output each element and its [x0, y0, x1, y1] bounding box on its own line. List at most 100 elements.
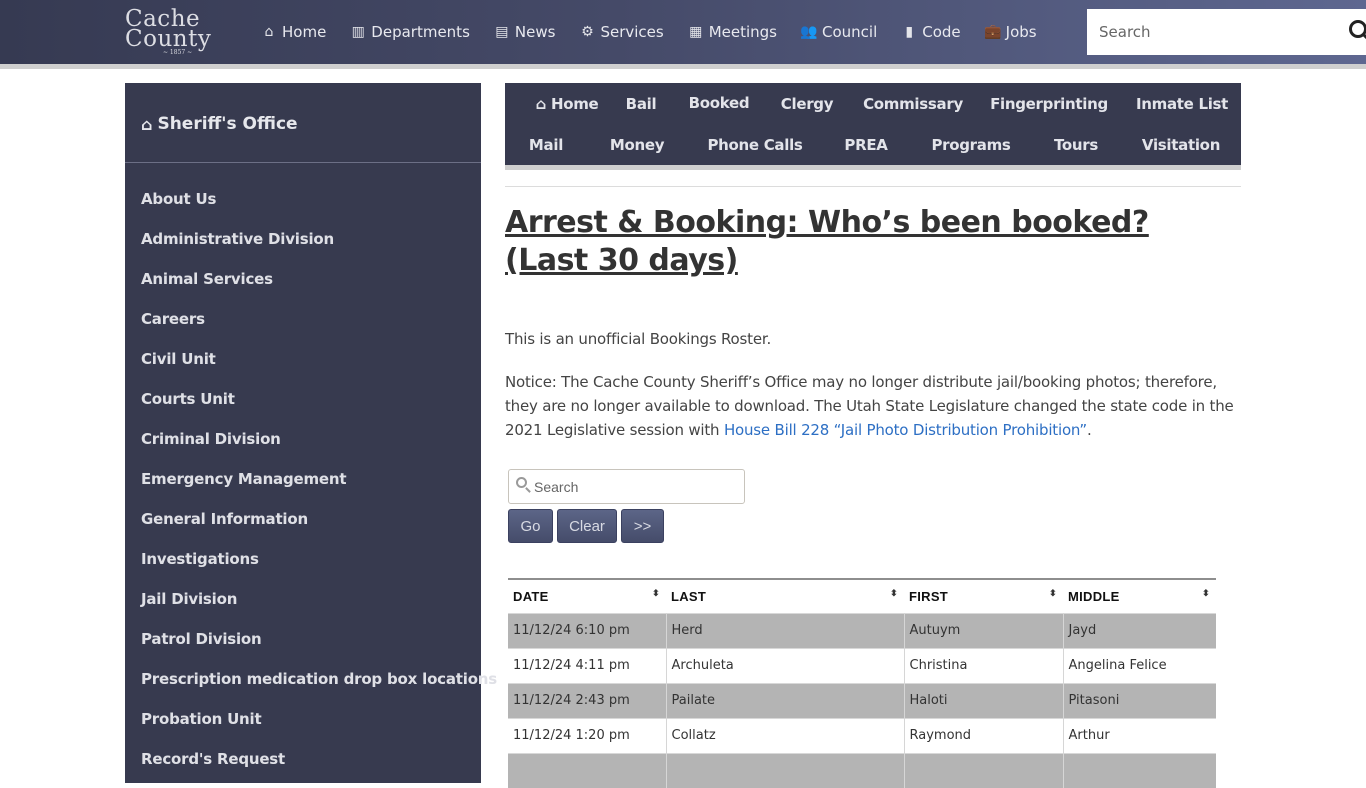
search-icon[interactable]	[1349, 20, 1366, 38]
column-header-date[interactable]: DATE ⬍	[508, 579, 666, 613]
cell-middle: Pitasoni	[1062, 683, 1216, 718]
column-header-middle[interactable]: MIDDLE ⬍	[1063, 579, 1216, 613]
column-label: MIDDLE	[1068, 588, 1120, 604]
subnav-mail[interactable]: Mail	[529, 136, 563, 154]
cell-first: Haloti	[903, 683, 1063, 718]
topnav-label: Departments	[371, 23, 470, 41]
page-title[interactable]: Arrest & Booking: Who’s been booked? (La…	[505, 204, 1225, 280]
column-header-first[interactable]: FIRST ⬍	[904, 579, 1063, 613]
roster-search-input[interactable]	[534, 470, 744, 503]
cell-last: Pailate	[665, 683, 904, 718]
topnav-label: Jobs	[1005, 23, 1037, 41]
subnav-tours[interactable]: Tours	[1054, 136, 1098, 154]
subnav-booked[interactable]: Booked	[689, 94, 750, 112]
table-row[interactable]: 11/12/24 1:20 pm Collatz Raymond Arthur	[508, 718, 1216, 753]
cell-last: Collatz	[665, 718, 904, 753]
sidebar-divider	[125, 162, 481, 163]
roster-search	[508, 469, 745, 504]
sidebar-item[interactable]: Administrative Division	[141, 227, 497, 267]
intro-text: This is an unofficial Bookings Roster.	[505, 330, 772, 348]
column-label: DATE	[513, 588, 549, 604]
sidebar-item[interactable]: Civil Unit	[141, 347, 497, 387]
subnav-visitation[interactable]: Visitation	[1142, 136, 1220, 154]
subnav-bail[interactable]: Bail	[626, 95, 657, 113]
sidebar-title[interactable]: ⌂ Sheriff's Office	[141, 114, 298, 134]
cell-first: Christina	[903, 648, 1063, 683]
topnav-services[interactable]: ⚙ Services	[578, 23, 664, 41]
topnav-departments[interactable]: ▥ Departments	[349, 23, 470, 41]
sidebar-item[interactable]: Patrol Division	[141, 627, 497, 667]
notice-text: Notice: The Cache County Sheriff’s Offic…	[505, 370, 1235, 442]
column-header-last[interactable]: LAST ⬍	[666, 579, 904, 613]
subnav-commissary[interactable]: Commissary	[863, 95, 963, 113]
cell-date: 11/12/24 6:10 pm	[508, 613, 666, 648]
sort-icon: ⬍	[1049, 588, 1057, 598]
sidebar-item[interactable]: Criminal Division	[141, 427, 497, 467]
sidebar-item[interactable]: Probation Unit	[141, 707, 497, 747]
topnav-home[interactable]: ⌂ Home	[260, 23, 327, 41]
table-row[interactable]: 11/12/24 4:11 pm Archuleta Christina Ang…	[508, 648, 1216, 683]
bookings-table: DATE ⬍ LAST ⬍ FIRST ⬍ MIDDLE ⬍ 11/12/24 6:10…	[508, 578, 1216, 788]
topnav-label: Home	[282, 23, 327, 41]
newspaper-icon: ▤	[495, 24, 509, 40]
sidebar-item[interactable]: Animal Services	[141, 267, 497, 307]
cell-first	[903, 753, 1063, 788]
table-row[interactable]: 11/12/24 2:43 pm Pailate Haloti Pitasoni	[508, 683, 1216, 718]
cell-middle: Arthur	[1062, 718, 1216, 753]
subnav-inmate-list[interactable]: Inmate List	[1136, 95, 1228, 113]
sidebar-title-label: Sheriff's Office	[157, 114, 298, 134]
users-icon: 👥	[800, 24, 818, 40]
sidebar-item[interactable]: Prescription medication drop box locatio…	[141, 667, 497, 707]
subnav-home[interactable]: ⌂ Home	[536, 95, 599, 113]
go-button[interactable]: Go	[508, 509, 553, 543]
sort-icon: ⬍	[652, 588, 660, 598]
sidebar: ⌂ Sheriff's Office About Us Administrati…	[125, 83, 497, 783]
sidebar-item[interactable]: Record's Request	[141, 747, 497, 787]
gear-icon: ⚙	[581, 24, 594, 40]
topnav-label: Meetings	[708, 23, 777, 41]
table-row[interactable]: 11/12/24 6:10 pm Herd Autuym Jayd	[508, 613, 1216, 648]
column-label: FIRST	[909, 588, 949, 604]
cell-first: Autuym	[903, 613, 1063, 648]
topnav-code[interactable]: ▮ Code	[900, 23, 960, 41]
site-search	[1087, 9, 1366, 55]
site-logo[interactable]: Cache County ~ 1857 ~	[123, 6, 227, 58]
cell-date: 11/12/24 4:11 pm	[508, 648, 666, 683]
topnav-meetings[interactable]: ▦ Meetings	[687, 23, 777, 41]
subnav-programs[interactable]: Programs	[931, 136, 1010, 154]
briefcase-icon: 💼	[983, 24, 1002, 40]
sidebar-item[interactable]: Jail Division	[141, 587, 497, 627]
sidebar-item[interactable]: General Information	[141, 507, 497, 547]
topnav-jobs[interactable]: 💼 Jobs	[984, 23, 1037, 41]
home-icon: ⌂	[535, 95, 547, 113]
sidebar-item[interactable]: Courts Unit	[141, 387, 497, 427]
topnav-council[interactable]: 👥 Council	[800, 23, 877, 41]
subnav-prea[interactable]: PREA	[844, 136, 888, 154]
cell-middle: Angelina Felice	[1062, 648, 1216, 683]
cell-date: 11/12/24 1:20 pm	[508, 718, 666, 753]
table-row[interactable]	[508, 753, 1216, 788]
content-divider	[505, 186, 1241, 187]
sidebar-item[interactable]: Emergency Management	[141, 467, 497, 507]
clear-button[interactable]: Clear	[557, 509, 617, 543]
house-bill-link[interactable]: House Bill 228 “Jail Photo Distribution …	[724, 421, 1087, 439]
topnav-label: Services	[600, 23, 664, 41]
subnav-phone-calls[interactable]: Phone Calls	[707, 136, 802, 154]
subnav-fingerprinting[interactable]: Fingerprinting	[990, 95, 1108, 113]
sort-icon: ⬍	[1202, 588, 1210, 598]
home-icon: ⌂	[264, 24, 274, 40]
table-header-row: DATE ⬍ LAST ⬍ FIRST ⬍ MIDDLE ⬍	[508, 579, 1216, 613]
section-nav-divider	[505, 165, 1241, 170]
search-icon	[516, 477, 527, 488]
sidebar-item[interactable]: About Us	[141, 187, 497, 227]
cell-first: Raymond	[903, 718, 1063, 753]
next-page-button[interactable]: >>	[621, 509, 664, 543]
subnav-clergy[interactable]: Clergy	[781, 95, 834, 113]
site-search-input[interactable]	[1087, 9, 1327, 55]
sidebar-item[interactable]: Careers	[141, 307, 497, 347]
calendar-icon: ▦	[689, 24, 703, 40]
sidebar-item[interactable]: Investigations	[141, 547, 497, 587]
cell-last: Herd	[665, 613, 904, 648]
subnav-money[interactable]: Money	[610, 136, 665, 154]
topnav-news[interactable]: ▤ News	[493, 23, 555, 41]
